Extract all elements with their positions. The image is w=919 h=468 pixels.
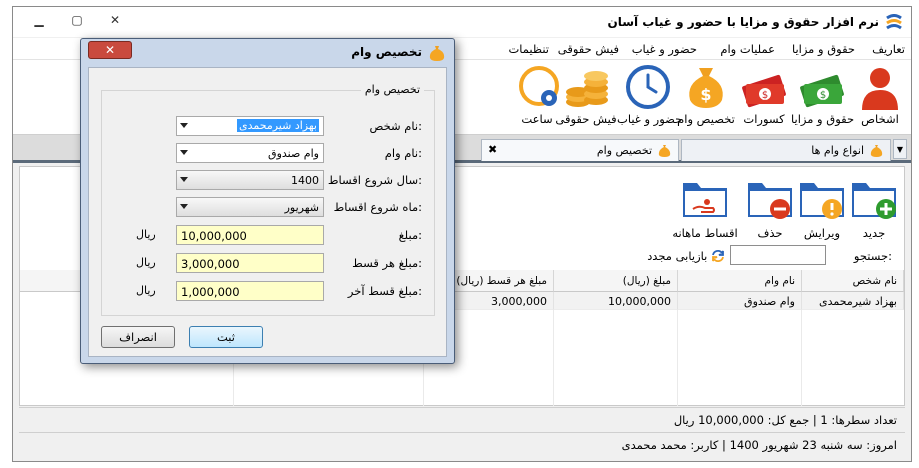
start-month-label: ماه شروع اقساط: — [333, 200, 422, 214]
search-input[interactable] — [730, 245, 826, 265]
menu-settings[interactable]: تنظیمات — [508, 42, 549, 56]
delete-button[interactable]: حذف — [744, 175, 796, 245]
amount-label: مبلغ: — [398, 228, 422, 242]
ribbon-payslip-button[interactable]: فیش حقوقی — [555, 64, 617, 132]
installment-unit: ریال — [136, 256, 156, 269]
money-bag-icon — [658, 145, 671, 157]
person-label: نام شخص: — [369, 119, 422, 133]
menu-attendance[interactable]: حضور و غیاب — [632, 42, 697, 56]
dialog-body: تخصیص وام نام شخص: بهزاد شیرمحمدی نام وا… — [88, 67, 447, 357]
monthly-installments-button[interactable]: اقساط ماهانه — [670, 175, 740, 245]
restore-button[interactable]: ▢ — [65, 11, 89, 29]
last-installment-unit: ریال — [136, 284, 156, 297]
person-icon — [862, 68, 898, 110]
chevron-down-icon — [180, 123, 188, 128]
last-installment-input[interactable]: 1,000,000 — [176, 281, 324, 301]
ribbon-deductions-button[interactable]: $ کسورات — [733, 64, 795, 132]
new-button[interactable]: جدید — [848, 175, 900, 245]
deduction-icon: $ — [742, 74, 786, 108]
amount-unit: ریال — [136, 228, 156, 241]
status-text: امروز: سه شنبه 23 شهریور 1400 | کاربر: م… — [621, 438, 897, 452]
ribbon-salary-button[interactable]: $ حقوق و مزایا — [791, 64, 854, 132]
tab-loan-types[interactable]: انواع وام ها — [681, 139, 891, 161]
dialog-title: تخصیص وام — [351, 45, 422, 59]
table-row-loan[interactable]: وام صندوق — [678, 292, 802, 310]
chevron-down-icon — [180, 204, 188, 209]
tab-scroll-button[interactable]: ▼ — [893, 139, 907, 159]
money-icon: $ — [800, 74, 844, 108]
loan-allocation-dialog: ✕ تخصیص وام تخصیص وام نام شخص: بهزاد شیر… — [80, 38, 455, 364]
menu-definitions[interactable]: تعاریف — [872, 42, 905, 56]
summary-text: تعداد سطرها: 1 | جمع کل: 10,000,000 ریال — [673, 413, 897, 427]
svg-text:$: $ — [820, 90, 826, 101]
clock-gear-icon — [519, 66, 559, 106]
status-bar: امروز: سه شنبه 23 شهریور 1400 | کاربر: م… — [19, 432, 905, 458]
ribbon-clock-settings-button[interactable]: ساعت — [515, 64, 559, 132]
start-year-label: سال شروع اقساط: — [327, 173, 422, 187]
minimize-button[interactable]: ▁ — [27, 11, 51, 29]
grid-line — [553, 310, 554, 406]
column-header-loan[interactable]: نام وام — [678, 270, 802, 292]
refresh-icon — [712, 250, 724, 262]
save-button[interactable]: ثبت — [189, 326, 263, 348]
menu-payslip[interactable]: فیش حقوقی — [558, 42, 619, 56]
installment-input[interactable]: 3,000,000 — [176, 253, 324, 273]
summary-bar: تعداد سطرها: 1 | جمع کل: 10,000,000 ریال — [19, 407, 905, 431]
ribbon-loan-allocation-button[interactable]: $ تخصیص وام — [675, 64, 737, 132]
dialog-close-button[interactable]: ✕ — [88, 41, 132, 59]
clock-icon — [626, 65, 670, 109]
column-header-person[interactable]: نام شخص — [802, 270, 904, 292]
grid-line — [677, 310, 678, 406]
svg-text:$: $ — [700, 85, 711, 104]
ribbon-persons-button[interactable]: اشخاص — [849, 64, 911, 132]
money-bag-icon: $ — [689, 68, 723, 108]
loan-label: نام وام: — [384, 146, 422, 160]
table-row-amount[interactable]: 10,000,000 — [554, 292, 678, 310]
money-bag-icon — [870, 145, 883, 157]
installment-label: مبلغ هر قسط: — [352, 256, 422, 270]
start-year-select[interactable]: 1400 — [176, 170, 324, 190]
app-logo-icon — [886, 14, 902, 30]
folder-edit-icon — [800, 183, 844, 219]
menu-loan-operations[interactable]: عملیات وام — [720, 42, 775, 56]
folder-delete-icon — [748, 183, 792, 219]
amount-input[interactable]: 10,000,000 — [176, 225, 324, 245]
search-label: جستجو: — [853, 249, 892, 263]
person-select[interactable]: بهزاد شیرمحمدی — [176, 116, 324, 136]
last-installment-label: مبلغ قسط آخر: — [347, 284, 422, 298]
edit-button[interactable]: ویرایش — [796, 175, 848, 245]
cancel-button[interactable]: انصراف — [101, 326, 175, 348]
menu-salary[interactable]: حقوق و مزایا — [792, 42, 855, 56]
tab-loan-allocation[interactable]: تخصیص وام ✖ — [481, 139, 679, 161]
folder-add-icon — [852, 183, 896, 219]
allocation-group: تخصیص وام نام شخص: بهزاد شیرمحمدی نام وا… — [101, 83, 435, 316]
chevron-down-icon — [180, 150, 188, 155]
app-title: نرم افزار حقوق و مزایا با حضور و غیاب آس… — [607, 15, 879, 29]
title-bar: ▁ ▢ ✕ نرم افزار حقوق و مزایا با حضور و غ… — [13, 7, 911, 37]
folder-hand-icon — [683, 183, 727, 217]
table-row-person[interactable]: بهزاد شیرمحمدی — [802, 292, 904, 310]
chevron-down-icon — [180, 177, 188, 182]
close-button[interactable]: ✕ — [103, 11, 127, 29]
group-label: تخصیص وام — [360, 83, 424, 96]
coins-icon — [566, 71, 608, 107]
ribbon-attendance-button[interactable]: حضور و غیاب — [617, 64, 682, 132]
svg-text:$: $ — [762, 90, 768, 101]
start-month-select[interactable]: شهریور — [176, 197, 324, 217]
reload-button[interactable]: بازیابی مجدد — [647, 249, 728, 263]
money-bag-icon — [429, 46, 445, 61]
tab-close-icon[interactable]: ✖ — [488, 143, 497, 156]
column-header-amount[interactable]: مبلغ (ریال) — [554, 270, 678, 292]
grid-line — [801, 310, 802, 406]
loan-select[interactable]: وام صندوق — [176, 143, 324, 163]
